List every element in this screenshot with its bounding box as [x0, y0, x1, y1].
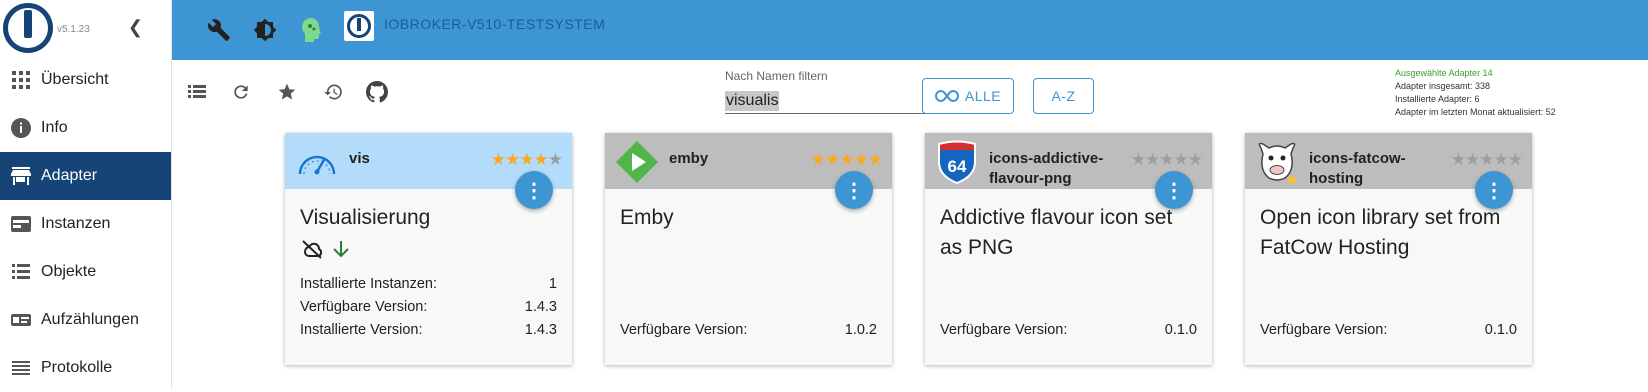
fatcow-icon	[1255, 140, 1299, 184]
sidebar-item-aufzaehlungen[interactable]: Aufzählungen	[0, 296, 171, 344]
brightness-icon[interactable]	[252, 17, 278, 43]
refresh-icon[interactable]	[229, 80, 253, 104]
row-label: Verfügbare Version:	[940, 322, 1068, 338]
status-icons	[300, 239, 350, 259]
adapter-card-icons-addictive-flavour-png[interactable]: 64 icons-addictive-flavour-png ★★★★★ ⋮ A…	[925, 133, 1212, 365]
arrow-down-icon	[333, 241, 349, 258]
row-label: Installierte Instanzen:	[300, 276, 438, 292]
info-row: Verfügbare Version: 0.1.0	[940, 322, 1197, 338]
stats-selected: Ausgewählte Adapter 14	[1395, 68, 1493, 78]
row-value: 1.0.2	[844, 322, 877, 338]
adapter-stats: Ausgewählte Adapter 14 Adapter insgesamt…	[1395, 67, 1556, 119]
info-icon	[10, 117, 32, 139]
card-header: vis ★★★★★ ⋮	[285, 133, 572, 209]
adapter-name: icons-addictive-flavour-png	[989, 150, 1104, 187]
shield-number: 64	[948, 157, 967, 176]
history-icon[interactable]	[321, 80, 345, 104]
wrench-icon[interactable]	[206, 17, 232, 43]
adapter-title: Visualisierung	[300, 206, 431, 229]
rating-stars: ★★★★★	[1450, 150, 1523, 169]
adapter-card-emby[interactable]: emby ★★★★★ ⋮ Emby Verfügbare Version: 1.0…	[605, 133, 892, 365]
rating-stars: ★★★★★	[810, 150, 883, 169]
info-row: Verfügbare Version: 1.0.2	[620, 322, 877, 338]
sidebar-header: v5.1.23 ❮	[0, 0, 171, 56]
row-value: 1.4.3	[524, 322, 557, 338]
sidebar-item-label: Objekte	[41, 263, 97, 280]
stats-total: Adapter insgesamt: 338	[1395, 81, 1491, 91]
sidebar-item-label: Übersicht	[41, 71, 109, 88]
adapter-card-icons-fatcow-hosting[interactable]: icons-fatcow-hosting ★★★★★ ⋮ Open icon l…	[1245, 133, 1532, 365]
row-label: Verfügbare Version:	[620, 322, 748, 338]
stats-installed: Installierte Adapter: 6	[1395, 94, 1480, 104]
top-bar: IOBROKER-V510-TESTSYSTEM	[172, 0, 1648, 60]
app-version: v5.1.23	[57, 23, 90, 35]
cloud-off-icon	[302, 240, 323, 259]
adapter-title: Open icon library set from FatCow Hostin…	[1260, 206, 1501, 259]
sidebar-item-adapter[interactable]: Adapter	[0, 152, 171, 200]
adapter-name: vis	[349, 150, 370, 167]
info-row: Verfügbare Version: 1.4.3	[300, 299, 557, 315]
row-value: 1	[548, 276, 557, 292]
adapter-toolbar: Nach Namen filtern visualis ✕ ALLE A-Z A…	[172, 60, 1648, 126]
card-header: 64 icons-addictive-flavour-png ★★★★★ ⋮	[925, 133, 1212, 209]
expert-mode-icon[interactable]	[298, 17, 324, 43]
sort-az-label: A-Z	[1051, 88, 1076, 104]
gauge-icon	[295, 140, 339, 184]
sidebar-item-label: Adapter	[41, 167, 98, 184]
adapter-name: icons-fatcow-hosting	[1309, 150, 1406, 187]
iobroker-logo	[3, 3, 53, 53]
infinity-icon	[934, 89, 959, 103]
row-value: 1.4.3	[524, 299, 557, 315]
list-icon	[10, 261, 32, 283]
filter-label: Nach Namen filtern	[725, 69, 828, 83]
sidebar-item-protokolle[interactable]: Protokolle	[0, 344, 171, 392]
card-header: icons-fatcow-hosting ★★★★★ ⋮	[1245, 133, 1532, 209]
info-row: Installierte Instanzen: 1	[300, 276, 557, 292]
sidebar-item-uebersicht[interactable]: Übersicht	[0, 56, 171, 104]
grid-icon	[10, 69, 32, 91]
store-icon	[10, 165, 32, 187]
logs-icon	[10, 357, 32, 379]
sidebar: v5.1.23 ❮ Übersicht Info Adapter Instanz…	[0, 0, 172, 389]
enum-icon	[10, 309, 32, 331]
sidebar-item-instanzen[interactable]: Instanzen	[0, 200, 171, 248]
row-value: 0.1.0	[1164, 322, 1197, 338]
adapter-card-vis[interactable]: vis ★★★★★ ⋮ Visualisierung Installierte …	[285, 133, 572, 365]
instances-icon	[10, 213, 32, 235]
adapter-name: emby	[669, 150, 709, 167]
adapter-title: Addictive flavour icon set as PNG	[940, 206, 1173, 259]
row-value: 0.1.0	[1484, 322, 1517, 338]
github-icon[interactable]	[365, 80, 389, 104]
sidebar-item-label: Instanzen	[41, 215, 111, 232]
star-icon[interactable]	[275, 80, 299, 104]
rating-stars: ★★★★★	[490, 150, 563, 169]
sidebar-item-objekte[interactable]: Objekte	[0, 248, 171, 296]
info-row: Installierte Version: 1.4.3	[300, 322, 557, 338]
system-logo-icon	[344, 11, 374, 41]
card-header: emby ★★★★★ ⋮	[605, 133, 892, 209]
row-label: Installierte Version:	[300, 322, 423, 338]
row-label: Verfügbare Version:	[1260, 322, 1388, 338]
sidebar-item-label: Info	[41, 119, 68, 136]
stats-updated: Adapter im letzten Monat aktualisiert: 5…	[1395, 107, 1556, 117]
sidebar-item-label: Protokolle	[41, 359, 113, 376]
sidebar-item-info[interactable]: Info	[0, 104, 171, 152]
row-label: Verfügbare Version:	[300, 299, 428, 315]
sort-az-button[interactable]: A-Z	[1033, 78, 1094, 114]
info-row: Verfügbare Version: 0.1.0	[1260, 322, 1517, 338]
filter-value-text: visualis	[725, 91, 780, 111]
rating-stars: ★★★★★	[1130, 150, 1203, 169]
list-view-icon[interactable]	[185, 80, 209, 104]
chevron-left-icon[interactable]: ❮	[128, 17, 143, 38]
system-title: IOBROKER-V510-TESTSYSTEM	[384, 16, 606, 32]
interstate-shield-icon: 64	[935, 140, 979, 184]
adapter-title: Emby	[620, 206, 674, 229]
show-all-button[interactable]: ALLE	[922, 78, 1014, 114]
sidebar-item-label: Aufzählungen	[41, 311, 139, 328]
emby-logo-icon	[615, 140, 659, 184]
show-all-label: ALLE	[964, 88, 1002, 104]
